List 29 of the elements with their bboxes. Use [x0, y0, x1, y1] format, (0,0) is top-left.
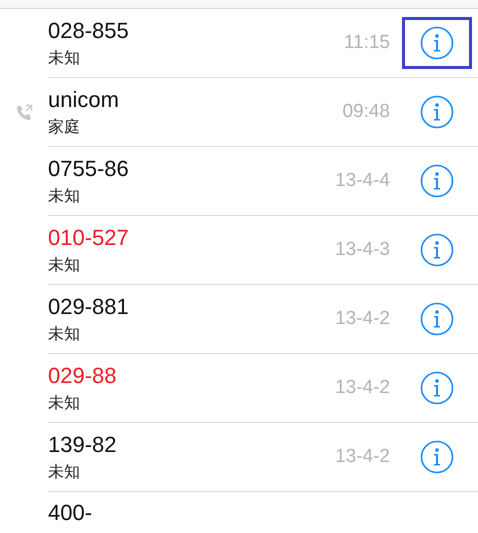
call-time: 13-4-2	[335, 377, 390, 399]
phone-number: 400-	[48, 500, 92, 526]
number-label: 未知	[48, 462, 80, 482]
phone-number: 010-527	[48, 224, 129, 250]
info-icon	[420, 26, 454, 60]
number-label: 未知	[48, 256, 80, 276]
phone-number: unicom	[48, 86, 119, 112]
call-time: 13-4-4	[335, 170, 390, 192]
number-label: 未知	[48, 48, 80, 68]
call-time: 13-4-2	[335, 308, 390, 330]
phone-number: 0755-86	[48, 156, 129, 182]
phone-number: 028-855	[48, 18, 129, 44]
phone-number: 139-82	[48, 432, 117, 458]
number-label: 家庭	[48, 118, 80, 138]
number-label: 未知	[48, 186, 80, 206]
call-time: 09:48	[342, 101, 390, 123]
info-icon	[420, 233, 454, 267]
phone-number: 029-881	[48, 294, 129, 320]
info-icon	[420, 371, 454, 405]
call-time: 11:15	[344, 32, 390, 54]
info-icon	[420, 95, 454, 129]
info-icon	[420, 164, 454, 198]
number-label: 未知	[48, 394, 80, 414]
info-icon	[420, 440, 454, 474]
info-icon	[420, 302, 454, 336]
phone-number: 029-88	[48, 362, 117, 388]
call-time: 13-4-2	[335, 446, 390, 468]
call-time: 13-4-3	[335, 239, 390, 261]
number-label: 未知	[48, 324, 80, 344]
